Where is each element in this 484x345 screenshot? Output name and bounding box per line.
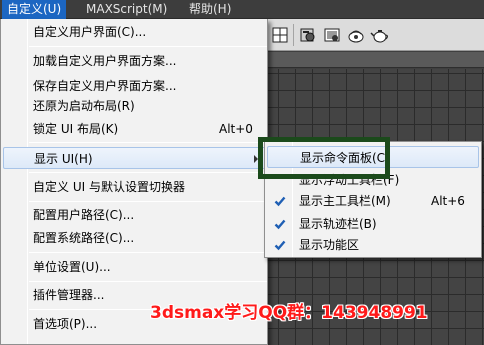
shortcut-label: Alt+6 (431, 194, 465, 208)
submenu-item-show-main-toolbar[interactable]: 显示主工具栏(M) Alt+6 (267, 190, 479, 212)
menu-item-label: 还原为启动布局(R) (33, 99, 135, 113)
menu-item-units-setup[interactable]: 单位设置(U)... (3, 256, 267, 278)
menu-item-label: 保存自定义用户界面方案... (33, 79, 177, 93)
menu-item-label: 加载自定义用户界面方案... (33, 54, 177, 68)
menu-item-configure-user-paths[interactable]: 配置用户路径(C)... (3, 204, 267, 226)
menu-item-label: 显示主工具栏(M) (299, 194, 391, 208)
menu-item-show-ui[interactable]: 显示 UI(H) (3, 147, 267, 169)
menu-help[interactable]: 帮助(H) (184, 0, 236, 19)
menu-divider (29, 46, 267, 47)
menu-item-revert-startup-layout[interactable]: 还原为启动布局(R) (3, 95, 267, 117)
menu-item-label: 显示功能区 (299, 238, 360, 252)
submenu-item-show-ribbon[interactable]: 显示功能区 (267, 234, 479, 256)
menu-maxscript[interactable]: MAXScript(M) (81, 0, 172, 19)
viewport-layout-icon[interactable] (270, 25, 290, 45)
menu-item-label: 单位设置(U)... (33, 260, 111, 274)
menu-customize[interactable]: 自定义(U) (2, 0, 67, 19)
checkmark-icon (271, 192, 289, 210)
submenu-item-show-track-bar[interactable]: 显示轨迹栏(B) (267, 213, 479, 235)
menu-divider (29, 172, 267, 173)
render-teapot-icon[interactable] (370, 25, 390, 45)
menu-item-label: 配置系统路径(C)... (33, 231, 135, 245)
material-editor-icon[interactable] (346, 25, 366, 45)
menu-item-label: 自定义 UI 与默认设置切换器 (33, 180, 185, 194)
render-setup-icon[interactable] (298, 25, 318, 45)
menu-item-label: 插件管理器... (33, 288, 105, 302)
menu-item-save-ui-scheme[interactable]: 保存自定义用户界面方案... (3, 75, 267, 97)
menu-item-label: 自定义用户界面(C)... (33, 25, 147, 39)
menu-item-label: 配置用户路径(C)... (33, 208, 135, 222)
shortcut-label: Alt+0 (219, 122, 253, 136)
menu-bar: 自定义(U) MAXScript(M) 帮助(H) (0, 0, 484, 19)
menu-item-customize-ui[interactable]: 自定义用户界面(C)... (3, 21, 267, 43)
menu-item-label: 显示 UI(H) (34, 152, 93, 166)
menu-item-label: 锁定 UI 布局(K) (33, 122, 119, 136)
menu-divider (29, 281, 267, 282)
menu-item-load-ui-scheme[interactable]: 加载自定义用户界面方案... (3, 50, 267, 72)
menu-item-label: 首选项(P)... (33, 317, 98, 331)
menu-divider (29, 252, 267, 253)
menu-item-custom-ui-switcher[interactable]: 自定义 UI 与默认设置切换器 (3, 176, 267, 198)
menu-item-lock-ui-layout[interactable]: 锁定 UI 布局(K) Alt+0 (3, 118, 267, 140)
menu-divider (29, 201, 267, 202)
customize-dropdown: 自定义用户界面(C)... 加载自定义用户界面方案... 保存自定义用户界面方案… (0, 19, 268, 345)
menu-item-configure-system-paths[interactable]: 配置系统路径(C)... (3, 227, 267, 249)
menu-item-label: 显示轨迹栏(B) (299, 217, 377, 231)
watermark-text: 3dsmax学习QQ群：143948991 (150, 303, 428, 323)
menu-divider (29, 142, 267, 143)
render-frame-icon[interactable] (322, 25, 342, 45)
checkmark-icon (271, 215, 289, 233)
checkmark-icon (271, 236, 289, 254)
highlight-annotation-box (258, 137, 390, 179)
